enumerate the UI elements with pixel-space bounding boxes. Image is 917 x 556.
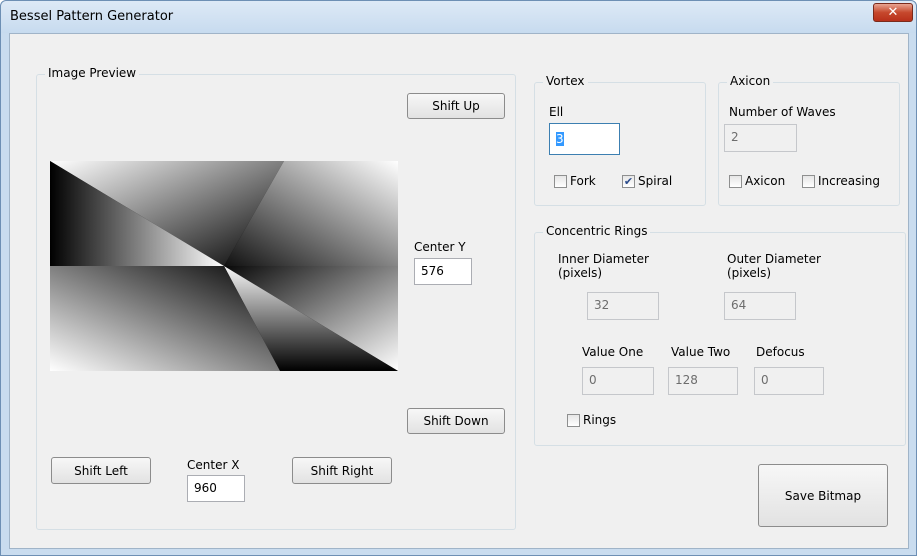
outer-diameter-input[interactable]: 64 — [724, 292, 796, 320]
concentric-rings-title: Concentric Rings — [543, 224, 651, 238]
shift-up-button[interactable]: Shift Up — [407, 93, 505, 119]
checkmark-icon[interactable]: ✔ — [622, 174, 635, 188]
window-title: Bessel Pattern Generator — [10, 9, 174, 24]
spiral-phase-image — [50, 161, 398, 371]
inner-diameter-input[interactable]: 32 — [587, 292, 659, 320]
outer-diameter-label: Outer Diameter — [727, 252, 821, 266]
shift-left-button[interactable]: Shift Left — [51, 457, 151, 484]
value-one-label: Value One — [582, 345, 644, 359]
increasing-checkbox[interactable]: Increasing — [802, 174, 880, 188]
increasing-checkbox-box[interactable] — [802, 174, 815, 188]
vortex-title: Vortex — [543, 74, 588, 88]
defocus-input[interactable]: 0 — [754, 367, 824, 395]
close-icon: ✕ — [887, 5, 899, 20]
axicon-title: Axicon — [727, 74, 774, 88]
rings-checkbox[interactable]: Rings — [567, 413, 616, 427]
title-bar[interactable]: Bessel Pattern Generator ✕ — [1, 1, 916, 33]
spiral-label: Spiral — [638, 174, 673, 188]
shift-down-button[interactable]: Shift Down — [407, 408, 505, 434]
center-y-input[interactable]: 576 — [414, 258, 472, 285]
number-of-waves-input[interactable]: 2 — [724, 124, 797, 152]
rings-label: Rings — [583, 413, 617, 427]
axicon-checkbox-box[interactable] — [729, 174, 742, 188]
value-two-label: Value Two — [671, 345, 731, 359]
image-preview-title: Image Preview — [45, 66, 140, 80]
defocus-label: Defocus — [756, 345, 805, 359]
close-button[interactable]: ✕ — [873, 3, 913, 22]
increasing-label: Increasing — [818, 174, 880, 188]
ell-label: Ell — [549, 105, 564, 119]
shift-right-button[interactable]: Shift Right — [292, 457, 392, 484]
rings-checkbox-box[interactable] — [567, 413, 580, 427]
fork-checkbox-box[interactable] — [554, 174, 567, 188]
ell-value: 3 — [556, 132, 564, 146]
fork-label: Fork — [570, 174, 596, 188]
axicon-checkbox[interactable]: Axicon — [729, 174, 785, 188]
value-one-input[interactable]: 0 — [582, 367, 654, 395]
center-y-label: Center Y — [414, 240, 466, 254]
center-x-input[interactable]: 960 — [187, 475, 245, 502]
spiral-checkbox[interactable]: ✔ Spiral — [622, 174, 672, 188]
app-window: Bessel Pattern Generator ✕ Image Preview… — [0, 0, 917, 556]
save-bitmap-button[interactable]: Save Bitmap — [758, 464, 888, 527]
inner-diameter-units: (pixels) — [558, 266, 603, 280]
number-of-waves-label: Number of Waves — [729, 105, 836, 119]
pattern-preview-image — [50, 161, 398, 371]
ell-input[interactable]: 3 — [549, 123, 620, 155]
value-two-input[interactable]: 128 — [668, 367, 738, 395]
inner-diameter-label: Inner Diameter — [558, 252, 649, 266]
outer-diameter-units: (pixels) — [727, 266, 772, 280]
client-area: Image Preview Shift Up Center Y 576 Shif… — [9, 33, 909, 549]
center-x-label: Center X — [187, 458, 240, 472]
axicon-label: Axicon — [745, 174, 786, 188]
fork-checkbox[interactable]: Fork — [554, 174, 596, 188]
